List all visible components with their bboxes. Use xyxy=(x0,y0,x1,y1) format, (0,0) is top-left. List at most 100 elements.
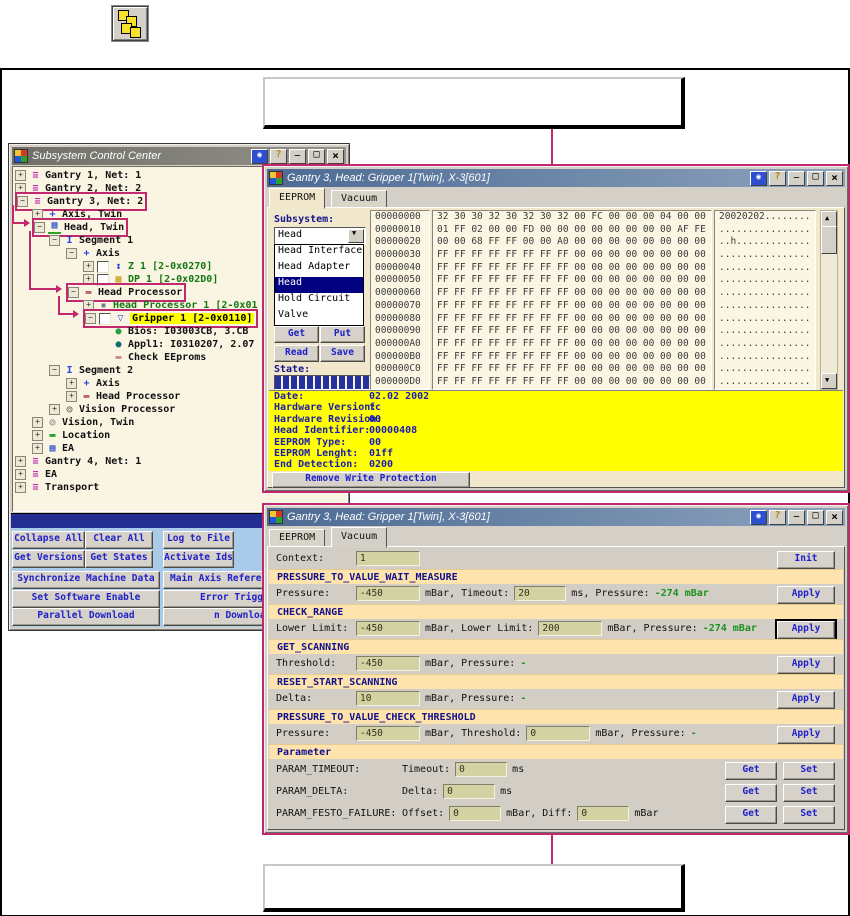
window-help-button[interactable] xyxy=(270,149,287,164)
get-button[interactable]: Get xyxy=(274,326,319,343)
checkbox[interactable] xyxy=(99,313,111,325)
checkbox[interactable] xyxy=(97,261,109,273)
expand-icon[interactable]: + xyxy=(66,378,77,389)
hex-bytes-row[interactable]: 00 00 68 FF FF 00 00 A0 00 00 00 00 00 0… xyxy=(433,236,711,249)
window-info-button[interactable] xyxy=(750,171,767,186)
window-help-button[interactable] xyxy=(769,510,786,525)
window-info-button[interactable] xyxy=(251,149,268,164)
subsystem-cascade-icon-button[interactable] xyxy=(112,6,148,41)
close-button[interactable] xyxy=(826,510,843,525)
remove-write-protection-button[interactable]: Remove Write Protection xyxy=(272,472,470,488)
dropdown-item[interactable]: Head Adapter xyxy=(275,261,363,277)
collapse-icon[interactable]: − xyxy=(49,235,60,246)
window-info-button[interactable] xyxy=(750,510,767,525)
value-input[interactable]: -450 xyxy=(356,656,420,671)
maximize-button[interactable] xyxy=(807,510,824,525)
parallel-download-button[interactable]: Parallel Download xyxy=(12,608,160,626)
hex-bytes-row[interactable]: FF FF FF FF FF FF FF FF 00 00 00 00 00 0… xyxy=(433,262,711,275)
collapse-icon[interactable]: − xyxy=(34,222,45,233)
close-button[interactable] xyxy=(826,171,843,186)
dropdown-item[interactable]: Valve xyxy=(275,309,363,325)
activate-ids-button[interactable]: Activate Ids xyxy=(163,550,234,568)
apply-button[interactable]: Apply xyxy=(777,656,835,674)
get-button[interactable]: Get xyxy=(725,806,777,824)
apply-button[interactable]: Apply xyxy=(777,691,835,709)
get-versions-button[interactable]: Get Versions xyxy=(12,550,85,568)
set-button[interactable]: Set xyxy=(783,806,835,824)
expand-icon[interactable]: + xyxy=(66,391,77,402)
value-input[interactable]: 200 xyxy=(538,621,602,636)
value-input[interactable]: 0 xyxy=(577,806,629,821)
title-bar[interactable]: Gantry 3, Head: Gripper 1[Twin], X-3[601… xyxy=(267,508,845,526)
minimize-button[interactable] xyxy=(289,149,306,164)
hex-bytes-row[interactable]: 32 30 30 32 30 32 30 32 00 FC 00 00 00 0… xyxy=(433,211,711,224)
title-bar[interactable]: Subsystem Control Center xyxy=(12,147,346,165)
scrollbar-thumb[interactable] xyxy=(821,226,837,254)
value-input[interactable]: -450 xyxy=(356,726,420,741)
tab-eeprom[interactable]: EEPROM xyxy=(269,529,325,547)
collapse-icon[interactable]: − xyxy=(85,313,96,324)
minimize-button[interactable] xyxy=(788,171,805,186)
expand-icon[interactable]: + xyxy=(49,404,60,415)
expand-icon[interactable]: + xyxy=(32,430,43,441)
get-button[interactable]: Get xyxy=(725,784,777,802)
save-button[interactable]: Save xyxy=(320,345,365,362)
value-input[interactable]: 0 xyxy=(526,726,590,741)
value-input[interactable]: 0 xyxy=(455,762,507,777)
read-button[interactable]: Read xyxy=(274,345,319,362)
hex-bytes-row[interactable]: FF FF FF FF FF FF FF FF 00 00 00 00 00 0… xyxy=(433,376,711,389)
subsystem-combobox[interactable]: Head xyxy=(274,227,366,245)
expand-icon[interactable]: + xyxy=(15,170,26,181)
hex-bytes-row[interactable]: FF FF FF FF FF FF FF FF 00 00 00 00 00 0… xyxy=(433,287,711,300)
scroll-up-icon[interactable] xyxy=(821,211,837,227)
title-bar[interactable]: Gantry 3, Head: Gripper 1[Twin], X-3[601… xyxy=(267,169,845,187)
expand-icon[interactable]: + xyxy=(15,469,26,480)
hex-bytes-row[interactable]: FF FF FF FF FF FF FF FF 00 00 00 00 00 0… xyxy=(433,249,711,262)
tab-vacuum[interactable]: Vacuum xyxy=(331,527,387,548)
maximize-button[interactable] xyxy=(308,149,325,164)
scroll-down-icon[interactable] xyxy=(821,373,837,389)
expand-icon[interactable]: + xyxy=(32,417,43,428)
subsystem-dropdown-list[interactable]: Head InterfaceHead AdapterHeadHold Circu… xyxy=(274,244,364,326)
expand-icon[interactable]: + xyxy=(32,443,43,454)
maximize-button[interactable] xyxy=(807,171,824,186)
hex-bytes-row[interactable]: FF FF FF FF FF FF FF FF 00 00 00 00 00 0… xyxy=(433,363,711,376)
apply-button[interactable]: Apply xyxy=(777,726,835,744)
collapse-icon[interactable]: − xyxy=(68,287,79,298)
value-input[interactable]: 10 xyxy=(356,691,420,706)
tab-eeprom[interactable]: EEPROM xyxy=(269,188,325,209)
chevron-down-icon[interactable] xyxy=(348,229,364,243)
clear-all-button[interactable]: Clear All xyxy=(85,531,153,549)
value-input[interactable]: 1 xyxy=(356,551,420,566)
set-button[interactable]: Set xyxy=(783,784,835,802)
value-input[interactable]: 20 xyxy=(514,586,566,601)
minimize-button[interactable] xyxy=(788,510,805,525)
init-button[interactable]: Init xyxy=(777,551,835,569)
collapse-all-button[interactable]: Collapse All xyxy=(12,531,85,549)
expand-icon[interactable]: + xyxy=(15,482,26,493)
value-input[interactable]: -450 xyxy=(356,621,420,636)
tab-vacuum[interactable]: Vacuum xyxy=(331,190,387,208)
put-button[interactable]: Put xyxy=(320,326,365,343)
set-software-enable-button[interactable]: Set Software Enable xyxy=(12,590,160,608)
expand-icon[interactable]: + xyxy=(83,261,94,272)
collapse-icon[interactable]: − xyxy=(66,248,77,259)
dropdown-item[interactable]: Hold Circuit xyxy=(275,293,363,309)
collapse-icon[interactable]: − xyxy=(49,365,60,376)
value-input[interactable]: 0 xyxy=(443,784,495,799)
hex-bytes-row[interactable]: FF FF FF FF FF FF FF FF 00 00 00 00 00 0… xyxy=(433,274,711,287)
hex-bytes-row[interactable]: FF FF FF FF FF FF FF FF 00 00 00 00 00 0… xyxy=(433,300,711,313)
expand-icon[interactable]: + xyxy=(15,456,26,467)
apply-button[interactable]: Apply xyxy=(777,621,835,639)
hex-bytes-row[interactable]: FF FF FF FF FF FF FF FF 00 00 00 00 00 0… xyxy=(433,338,711,351)
dropdown-item[interactable]: Head Interface xyxy=(275,245,363,261)
dropdown-item[interactable]: Head xyxy=(275,277,363,293)
synchronize-machine-data-button[interactable]: Synchronize Machine Data xyxy=(12,571,160,589)
hex-bytes-row[interactable]: FF FF FF FF FF FF FF FF 00 00 00 00 00 0… xyxy=(433,351,711,364)
hex-byte-grid[interactable]: 32 30 30 32 30 32 30 32 00 FC 00 00 00 0… xyxy=(432,210,712,390)
log-to-file-button[interactable]: Log to File xyxy=(163,531,234,549)
get-states-button[interactable]: Get States xyxy=(85,550,153,568)
window-help-button[interactable] xyxy=(769,171,786,186)
set-button[interactable]: Set xyxy=(783,762,835,780)
close-button[interactable] xyxy=(327,149,344,164)
